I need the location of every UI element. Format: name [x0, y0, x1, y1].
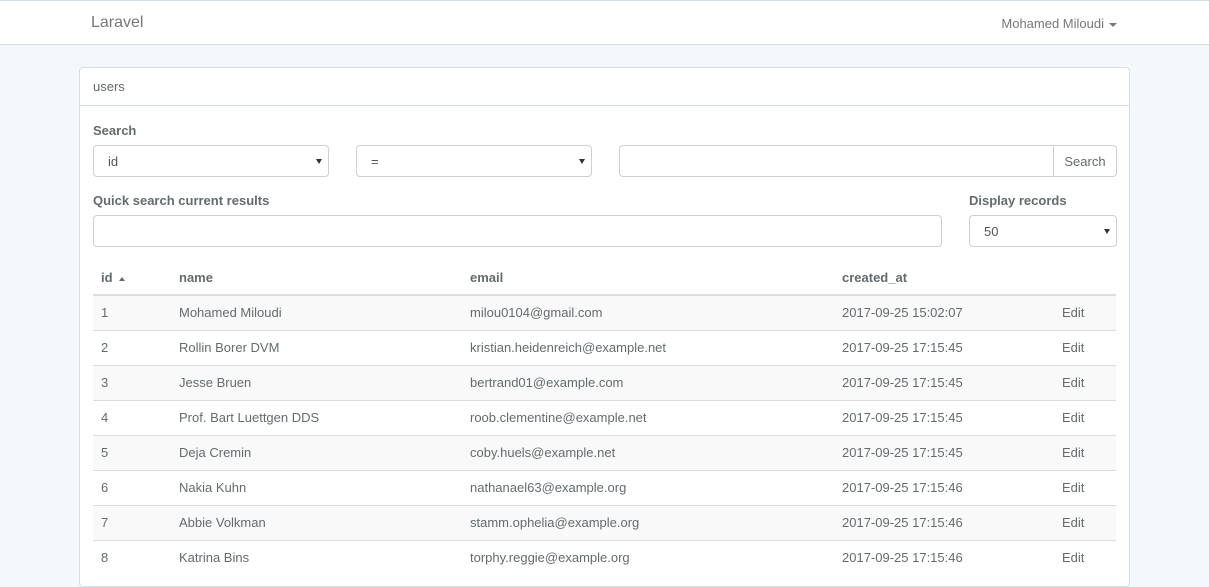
column-header-email[interactable]: email: [462, 261, 834, 296]
edit-link[interactable]: Edit: [1054, 294, 1116, 330]
cell-email: nathanael63@example.org: [462, 469, 834, 505]
table-row: 3 Jesse Bruen bertrand01@example.com 2017-0…: [93, 364, 1116, 400]
cell-name: Katrina Bins: [171, 539, 462, 575]
search-value-input[interactable]: [619, 145, 1054, 177]
top-navbar: Laravel Mohamed Miloudi: [0, 0, 1209, 45]
cell-id: 6: [93, 469, 171, 505]
search-label: Search: [93, 123, 137, 138]
edit-link[interactable]: Edit: [1054, 329, 1116, 365]
edit-link[interactable]: Edit: [1054, 469, 1116, 505]
quick-search-label: Quick search current results: [93, 193, 270, 208]
cell-created-at: 2017-09-25 17:15:45: [834, 364, 1054, 400]
edit-link[interactable]: Edit: [1054, 504, 1116, 540]
cell-id: 2: [93, 329, 171, 365]
cell-id: 4: [93, 399, 171, 435]
cell-name: Rollin Borer DVM: [171, 329, 462, 365]
cell-id: 3: [93, 364, 171, 400]
dropdown-arrow-icon: [316, 159, 322, 164]
cell-id: 5: [93, 434, 171, 470]
edit-link[interactable]: Edit: [1054, 364, 1116, 400]
table-row: 2 Rollin Borer DVM kristian.heidenreich@ex…: [93, 329, 1116, 365]
user-menu-dropdown[interactable]: Mohamed Miloudi: [1001, 16, 1117, 31]
search-field-select[interactable]: id: [93, 145, 329, 177]
dropdown-arrow-icon: [579, 159, 585, 164]
cell-email: bertrand01@example.com: [462, 364, 834, 400]
cell-name: Jesse Bruen: [171, 364, 462, 400]
column-header-actions: [1054, 261, 1116, 296]
table-header-row: id name email created_at: [93, 261, 1116, 296]
sort-asc-icon: [118, 276, 125, 281]
cell-created-at: 2017-09-25 15:02:07: [834, 294, 1054, 330]
cell-name: Deja Cremin: [171, 434, 462, 470]
cell-name: Prof. Bart Luettgen DDS: [171, 399, 462, 435]
column-header-id[interactable]: id: [93, 261, 171, 296]
caret-down-icon: [1109, 22, 1117, 27]
cell-email: kristian.heidenreich@example.net: [462, 329, 834, 365]
cell-created-at: 2017-09-25 17:15:45: [834, 329, 1054, 365]
brand-link[interactable]: Laravel: [91, 14, 143, 32]
cell-email: stamm.ophelia@example.org: [462, 504, 834, 540]
cell-name: Nakia Kuhn: [171, 469, 462, 505]
user-name: Mohamed Miloudi: [1001, 16, 1104, 31]
table-row: 4 Prof. Bart Luettgen DDS roob.clementine@…: [93, 399, 1116, 435]
column-header-name[interactable]: name: [171, 261, 462, 296]
cell-created-at: 2017-09-25 17:15:46: [834, 539, 1054, 575]
dropdown-arrow-icon: [1104, 229, 1110, 234]
search-input-group: Search: [619, 145, 1117, 177]
cell-email: milou0104@gmail.com: [462, 294, 834, 330]
edit-link[interactable]: Edit: [1054, 434, 1116, 470]
edit-link[interactable]: Edit: [1054, 399, 1116, 435]
table-row: 6 Nakia Kuhn nathanael63@example.org 2017-0…: [93, 469, 1116, 505]
panel-heading: users: [80, 68, 1129, 106]
cell-email: torphy.reggie@example.org: [462, 539, 834, 575]
table-row: 8 Katrina Bins torphy.reggie@example.org 20…: [93, 539, 1116, 575]
search-button[interactable]: Search: [1054, 145, 1117, 177]
cell-email: roob.clementine@example.net: [462, 399, 834, 435]
cell-created-at: 2017-09-25 17:15:45: [834, 434, 1054, 470]
cell-id: 7: [93, 504, 171, 540]
table-row: 1 Mohamed Miloudi milou0104@gmail.com 2017-…: [93, 294, 1116, 330]
column-header-created-at[interactable]: created_at: [834, 261, 1054, 296]
display-records-label: Display records: [969, 193, 1067, 208]
users-panel: users Search id = Search Quick search cu…: [79, 67, 1130, 587]
cell-name: Abbie Volkman: [171, 504, 462, 540]
search-operator-select[interactable]: =: [356, 145, 592, 177]
cell-name: Mohamed Miloudi: [171, 294, 462, 330]
display-records-select[interactable]: 50: [969, 215, 1117, 247]
cell-id: 1: [93, 294, 171, 330]
table-row: 7 Abbie Volkman stamm.ophelia@example.org 2…: [93, 504, 1116, 540]
cell-created-at: 2017-09-25 17:15:46: [834, 504, 1054, 540]
users-table: id name email created_at 1 Mohamed Miloud…: [93, 261, 1116, 575]
cell-email: coby.huels@example.net: [462, 434, 834, 470]
cell-created-at: 2017-09-25 17:15:45: [834, 399, 1054, 435]
table-row: 5 Deja Cremin coby.huels@example.net 2017-0…: [93, 434, 1116, 470]
edit-link[interactable]: Edit: [1054, 539, 1116, 575]
cell-created-at: 2017-09-25 17:15:46: [834, 469, 1054, 505]
cell-id: 8: [93, 539, 171, 575]
quick-search-input[interactable]: [93, 215, 942, 247]
